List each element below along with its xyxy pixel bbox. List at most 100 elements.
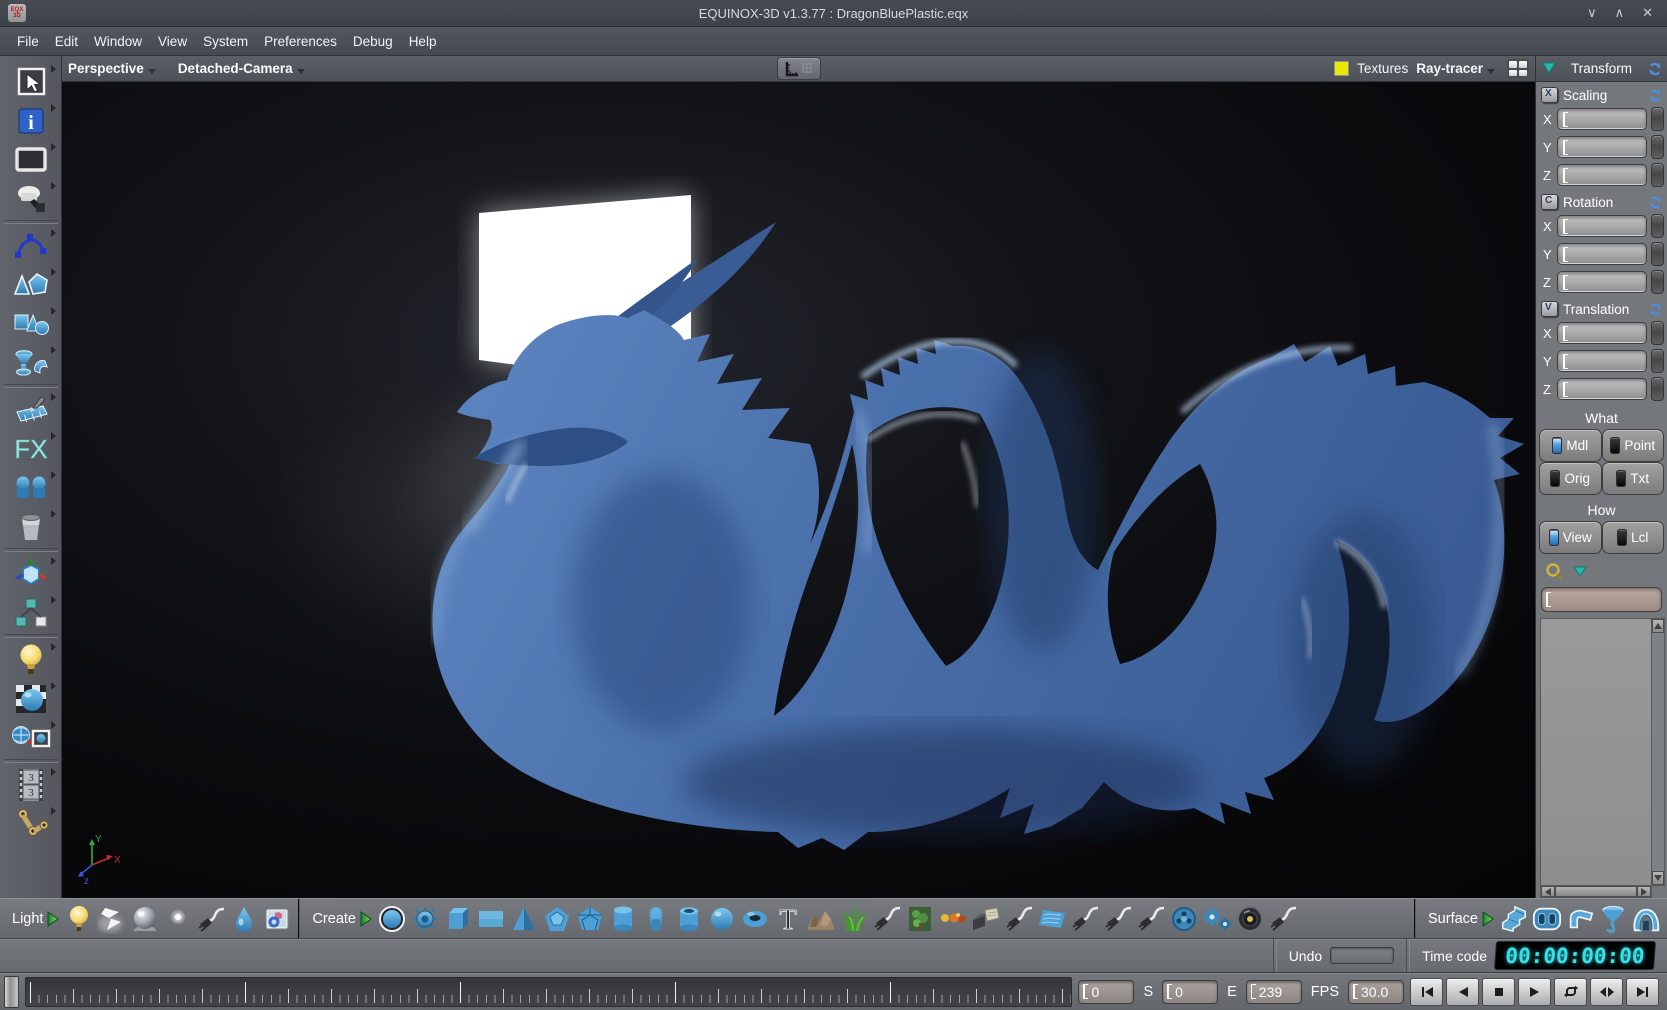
create-capsule-button[interactable]: [641, 903, 671, 935]
rotate-z-input[interactable]: [1557, 271, 1647, 293]
layout-grid-button[interactable]: [1507, 59, 1529, 78]
what-mdl-button[interactable]: Mdl: [1539, 429, 1602, 462]
uv-paint-tool-button[interactable]: [4, 390, 58, 429]
menu-file[interactable]: File: [10, 31, 46, 52]
create-lens-button[interactable]: [1235, 903, 1265, 935]
rotate-y-input[interactable]: [1557, 243, 1647, 265]
grid-snap-button[interactable]: [777, 57, 821, 80]
create-particles-button[interactable]: [938, 903, 968, 935]
create-cylinder-button[interactable]: [608, 903, 638, 935]
create-torus-button[interactable]: [740, 903, 770, 935]
scale-y-stepper[interactable]: [1651, 135, 1664, 159]
bulb-light-button[interactable]: [64, 903, 94, 935]
create-group-label[interactable]: Create: [312, 911, 372, 927]
primitives-tool-button[interactable]: [4, 304, 58, 343]
undo-field[interactable]: [1330, 947, 1394, 964]
menu-system[interactable]: System: [196, 31, 255, 52]
delete-tool-button[interactable]: [4, 507, 58, 546]
create-circle-button[interactable]: [377, 903, 407, 935]
fx-tool-button[interactable]: FX: [4, 429, 58, 468]
translate-z-input[interactable]: [1557, 378, 1647, 400]
create-water-button[interactable]: [1037, 903, 1067, 935]
scroll-down-button[interactable]: [1652, 871, 1664, 885]
menu-preferences[interactable]: Preferences: [257, 31, 344, 52]
renderer-dropdown[interactable]: Ray-tracer: [1416, 61, 1495, 76]
create-grass-button[interactable]: [839, 903, 869, 935]
scale-x-stepper[interactable]: [1651, 107, 1664, 131]
gobo-light-button[interactable]: [262, 903, 292, 935]
translate-y-input[interactable]: [1557, 350, 1647, 372]
timeline-ruler[interactable]: [25, 977, 1072, 1007]
what-point-button[interactable]: Point: [1602, 429, 1665, 462]
camera-dropdown[interactable]: Detached-Camera: [178, 61, 305, 76]
menu-window[interactable]: Window: [87, 31, 149, 52]
create-gears-button[interactable]: [1202, 903, 1232, 935]
nurbs-tool-button[interactable]: [4, 343, 58, 382]
scale-x-input[interactable]: [1557, 108, 1647, 130]
create-plug-button[interactable]: [872, 903, 902, 935]
mirror-ball-light-button[interactable]: [130, 903, 160, 935]
start-frame-input[interactable]: 0: [1162, 980, 1218, 1004]
create-gear-sun-button[interactable]: [410, 903, 440, 935]
refresh-icon[interactable]: [1648, 302, 1663, 317]
play-reverse-button[interactable]: [1446, 978, 1479, 1006]
surface-lathe-button[interactable]: [1598, 903, 1628, 935]
surface-shell-button[interactable]: [1631, 903, 1661, 935]
drop-light-button[interactable]: [229, 903, 259, 935]
view-mode-dropdown[interactable]: Perspective: [68, 61, 156, 76]
create-metal-button[interactable]: [971, 903, 1001, 935]
point-light-button[interactable]: [163, 903, 193, 935]
create-plug-button[interactable]: [1136, 903, 1166, 935]
what-orig-button[interactable]: Orig: [1539, 462, 1602, 495]
go-to-end-button[interactable]: [1626, 978, 1659, 1006]
axes-tool-button[interactable]: [4, 554, 58, 593]
what-txt-button[interactable]: Txt: [1602, 462, 1665, 495]
translate-x-stepper[interactable]: [1651, 321, 1664, 345]
create-plug-button[interactable]: [1103, 903, 1133, 935]
minimize-button[interactable]: ∨: [1587, 5, 1597, 21]
rotate-y-stepper[interactable]: [1651, 242, 1664, 266]
translate-y-stepper[interactable]: [1651, 349, 1664, 373]
menu-debug[interactable]: Debug: [346, 31, 400, 52]
translate-z-stepper[interactable]: [1651, 377, 1664, 401]
light-group-label[interactable]: Light: [12, 911, 59, 927]
create-tube-button[interactable]: [674, 903, 704, 935]
scroll-up-button[interactable]: [1652, 619, 1664, 633]
search-icon[interactable]: [1545, 562, 1564, 581]
create-geodesic-button[interactable]: [575, 903, 605, 935]
rotate-x-stepper[interactable]: [1651, 214, 1664, 238]
display-tool-button[interactable]: [4, 140, 58, 179]
refresh-icon[interactable]: [1647, 61, 1663, 77]
create-tree-button[interactable]: [905, 903, 935, 935]
viewport-canvas[interactable]: Y X z: [62, 82, 1535, 898]
search-input[interactable]: [1541, 587, 1662, 612]
select-tool-button[interactable]: [4, 62, 58, 101]
end-frame-input[interactable]: 239: [1246, 980, 1302, 1004]
surface-group-label[interactable]: Surface: [1428, 911, 1494, 927]
cable-light-button[interactable]: [196, 903, 226, 935]
curve-tool-button[interactable]: [4, 226, 58, 265]
refresh-icon[interactable]: [1648, 195, 1663, 210]
surface-pipe-button[interactable]: [1565, 903, 1595, 935]
create-cube-button[interactable]: [443, 903, 473, 935]
scrollbar-thumb[interactable]: [1555, 886, 1637, 897]
render-view-tool-button[interactable]: [4, 718, 58, 757]
textures-indicator[interactable]: [1334, 61, 1349, 76]
scroll-right-button[interactable]: [1637, 886, 1651, 897]
filter-funnel-icon[interactable]: [1573, 566, 1587, 578]
create-plug-button[interactable]: [1070, 903, 1100, 935]
scale-z-stepper[interactable]: [1651, 163, 1664, 187]
create-plug-button[interactable]: [1268, 903, 1298, 935]
light-tool-button[interactable]: [4, 640, 58, 679]
how-lcl-button[interactable]: Lcl: [1602, 521, 1665, 554]
object-list[interactable]: [1540, 618, 1652, 886]
stop-button[interactable]: [1482, 978, 1515, 1006]
scale-y-input[interactable]: [1557, 136, 1647, 158]
create-plane-button[interactable]: [476, 903, 506, 935]
refresh-icon[interactable]: [1648, 88, 1663, 103]
menu-help[interactable]: Help: [402, 31, 444, 52]
loop-button[interactable]: [1554, 978, 1587, 1006]
close-button[interactable]: ✕: [1642, 5, 1653, 21]
animation-tool-button[interactable]: 33: [4, 765, 58, 804]
rotate-x-input[interactable]: [1557, 215, 1647, 237]
